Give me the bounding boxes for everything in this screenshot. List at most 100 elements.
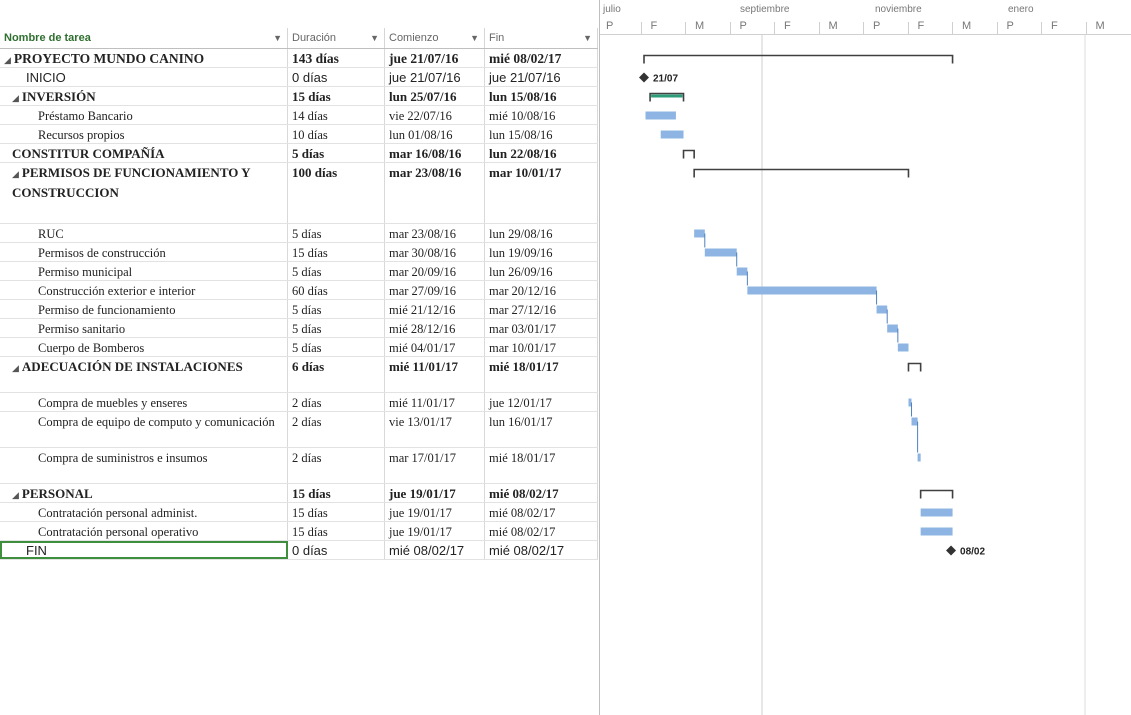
- task-start-cell[interactable]: lun 25/07/16: [385, 87, 485, 105]
- task-duration-cell[interactable]: 6 días: [288, 357, 385, 392]
- task-row[interactable]: Compra de equipo de computo y comunicaci…: [0, 412, 598, 448]
- task-duration-cell[interactable]: 15 días: [288, 522, 385, 540]
- task-duration-cell[interactable]: 0 días: [288, 68, 385, 86]
- task-name-cell[interactable]: INICIO: [0, 68, 288, 86]
- task-duration-cell[interactable]: 10 días: [288, 125, 385, 143]
- task-start-cell[interactable]: mar 23/08/16: [385, 163, 485, 223]
- task-start-cell[interactable]: mar 30/08/16: [385, 243, 485, 261]
- task-start-cell[interactable]: jue 19/01/17: [385, 522, 485, 540]
- task-row[interactable]: Cuerpo de Bomberos 5 días mié 04/01/17 mar …: [0, 338, 598, 357]
- task-start-cell[interactable]: jue 19/01/17: [385, 503, 485, 521]
- task-finish-cell[interactable]: mar 10/01/17: [485, 338, 598, 356]
- task-row[interactable]: Permiso municipal 5 días mar 20/09/16 lun 2…: [0, 262, 598, 281]
- task-start-cell[interactable]: mié 28/12/16: [385, 319, 485, 337]
- task-row[interactable]: Contratación personal operativo 15 días ju…: [0, 522, 598, 541]
- task-name-cell[interactable]: RUC: [0, 224, 288, 242]
- dropdown-arrow-icon[interactable]: ▼: [470, 28, 479, 48]
- task-row[interactable]: CONSTITUR COMPAÑÍA 5 días mar 16/08/16 lun …: [0, 144, 598, 163]
- task-name-cell[interactable]: Permiso municipal: [0, 262, 288, 280]
- task-start-cell[interactable]: jue 19/01/17: [385, 484, 485, 502]
- task-row[interactable]: Recursos propios 10 días lun 01/08/16 lun 1…: [0, 125, 598, 144]
- task-start-cell[interactable]: mié 11/01/17: [385, 357, 485, 392]
- task-row[interactable]: FIN 0 días mié 08/02/17 mié 08/02/17: [0, 541, 598, 560]
- task-name-cell[interactable]: CONSTITUR COMPAÑÍA: [0, 144, 288, 162]
- task-finish-cell[interactable]: mié 18/01/17: [485, 357, 598, 392]
- column-header-finish[interactable]: Fin ▼: [485, 28, 598, 48]
- task-name-cell[interactable]: Permiso sanitario: [0, 319, 288, 337]
- task-name-cell[interactable]: Construcción exterior e interior: [0, 281, 288, 299]
- task-duration-cell[interactable]: 5 días: [288, 319, 385, 337]
- task-start-cell[interactable]: mar 27/09/16: [385, 281, 485, 299]
- task-name-cell[interactable]: ◢ PROYECTO MUNDO CANINO: [0, 49, 288, 67]
- task-row[interactable]: ◢ INVERSIÓN 15 días lun 25/07/16 lun 15/08/1…: [0, 87, 598, 106]
- task-row[interactable]: Compra de muebles y enseres 2 días mié 11/…: [0, 393, 598, 412]
- task-duration-cell[interactable]: 100 días: [288, 163, 385, 223]
- task-duration-cell[interactable]: 5 días: [288, 338, 385, 356]
- task-finish-cell[interactable]: mar 20/12/16: [485, 281, 598, 299]
- task-finish-cell[interactable]: lun 19/09/16: [485, 243, 598, 261]
- task-duration-cell[interactable]: 15 días: [288, 503, 385, 521]
- task-finish-cell[interactable]: mar 03/01/17: [485, 319, 598, 337]
- task-duration-cell[interactable]: 15 días: [288, 484, 385, 502]
- task-name-cell[interactable]: FIN: [0, 541, 288, 559]
- collapse-toggle-icon[interactable]: ◢: [12, 491, 19, 501]
- task-start-cell[interactable]: mié 21/12/16: [385, 300, 485, 318]
- collapse-toggle-icon[interactable]: ◢: [4, 56, 11, 66]
- task-name-cell[interactable]: Permiso de funcionamiento: [0, 300, 288, 318]
- task-finish-cell[interactable]: mié 08/02/17: [485, 522, 598, 540]
- task-duration-cell[interactable]: 5 días: [288, 144, 385, 162]
- task-row[interactable]: INICIO 0 días jue 21/07/16 jue 21/07/16: [0, 68, 598, 87]
- task-row[interactable]: ◢ ADECUACIÓN DE INSTALACIONES 6 días mié 11…: [0, 357, 598, 393]
- task-name-cell[interactable]: Permisos de construcción: [0, 243, 288, 261]
- task-row[interactable]: Construcción exterior e interior 60 días m…: [0, 281, 598, 300]
- task-finish-cell[interactable]: lun 29/08/16: [485, 224, 598, 242]
- task-duration-cell[interactable]: 2 días: [288, 412, 385, 447]
- task-duration-cell[interactable]: 5 días: [288, 262, 385, 280]
- task-row[interactable]: Préstamo Bancario 14 días vie 22/07/16 mié …: [0, 106, 598, 125]
- task-duration-cell[interactable]: 14 días: [288, 106, 385, 124]
- task-finish-cell[interactable]: mié 08/02/17: [485, 503, 598, 521]
- task-name-cell[interactable]: Cuerpo de Bomberos: [0, 338, 288, 356]
- task-start-cell[interactable]: vie 13/01/17: [385, 412, 485, 447]
- task-finish-cell[interactable]: mié 10/08/16: [485, 106, 598, 124]
- dropdown-arrow-icon[interactable]: ▼: [273, 28, 282, 48]
- task-name-cell[interactable]: Recursos propios: [0, 125, 288, 143]
- task-duration-cell[interactable]: 15 días: [288, 243, 385, 261]
- task-finish-cell[interactable]: lun 16/01/17: [485, 412, 598, 447]
- task-start-cell[interactable]: mar 23/08/16: [385, 224, 485, 242]
- task-start-cell[interactable]: lun 01/08/16: [385, 125, 485, 143]
- task-row[interactable]: ◢ PERMISOS DE FUNCIONAMIENTO Y CONSTRUCCI…: [0, 163, 598, 224]
- task-name-cell[interactable]: ◢ ADECUACIÓN DE INSTALACIONES: [0, 357, 288, 392]
- task-duration-cell[interactable]: 5 días: [288, 300, 385, 318]
- task-finish-cell[interactable]: jue 12/01/17: [485, 393, 598, 411]
- task-name-cell[interactable]: ◢ PERSONAL: [0, 484, 288, 502]
- dropdown-arrow-icon[interactable]: ▼: [370, 28, 379, 48]
- task-start-cell[interactable]: mié 11/01/17: [385, 393, 485, 411]
- collapse-toggle-icon[interactable]: ◢: [12, 364, 19, 374]
- column-header-start[interactable]: Comienzo ▼: [385, 28, 485, 48]
- task-name-cell[interactable]: Compra de muebles y enseres: [0, 393, 288, 411]
- task-finish-cell[interactable]: mar 27/12/16: [485, 300, 598, 318]
- task-duration-cell[interactable]: 143 días: [288, 49, 385, 67]
- task-row[interactable]: Permiso de funcionamiento 5 días mié 21/12…: [0, 300, 598, 319]
- task-duration-cell[interactable]: 5 días: [288, 224, 385, 242]
- task-row[interactable]: Permiso sanitario 5 días mié 28/12/16 mar 0…: [0, 319, 598, 338]
- task-name-cell[interactable]: Contratación personal administ.: [0, 503, 288, 521]
- task-start-cell[interactable]: mié 08/02/17: [385, 541, 485, 559]
- collapse-toggle-icon[interactable]: ◢: [12, 94, 19, 104]
- task-start-cell[interactable]: mar 16/08/16: [385, 144, 485, 162]
- task-start-cell[interactable]: mié 04/01/17: [385, 338, 485, 356]
- dropdown-arrow-icon[interactable]: ▼: [583, 28, 592, 48]
- task-start-cell[interactable]: vie 22/07/16: [385, 106, 485, 124]
- task-row[interactable]: ◢ PROYECTO MUNDO CANINO 143 días jue 21/07/…: [0, 49, 598, 68]
- task-duration-cell[interactable]: 60 días: [288, 281, 385, 299]
- task-finish-cell[interactable]: mié 18/01/17: [485, 448, 598, 483]
- task-name-cell[interactable]: Compra de equipo de computo y comunicaci…: [0, 412, 288, 447]
- task-name-cell[interactable]: ◢ PERMISOS DE FUNCIONAMIENTO Y CONSTRUCCI…: [0, 163, 288, 223]
- task-row[interactable]: ◢ PERSONAL 15 días jue 19/01/17 mié 08/02/17: [0, 484, 598, 503]
- task-name-cell[interactable]: Compra de suministros e insumos: [0, 448, 288, 483]
- task-start-cell[interactable]: mar 20/09/16: [385, 262, 485, 280]
- task-start-cell[interactable]: jue 21/07/16: [385, 68, 485, 86]
- column-header-name[interactable]: Nombre de tarea ▼: [0, 28, 288, 48]
- column-header-duration[interactable]: Duración ▼: [288, 28, 385, 48]
